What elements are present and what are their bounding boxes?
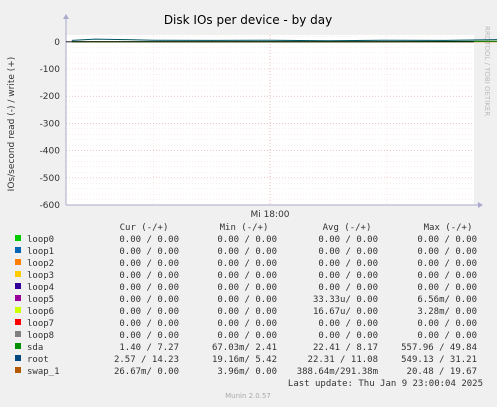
legend-name: loop4: [27, 283, 54, 293]
legend-min: 0.00 / 0.00: [217, 259, 277, 269]
legend-swatch-root: [15, 355, 21, 361]
legend-swatch-loop7: [15, 319, 21, 325]
legend-avg: 0.00 / 0.00: [318, 319, 378, 329]
legend-swatch-loop6: [15, 307, 21, 313]
legend-max: 0.00 / 0.00: [417, 235, 477, 245]
legend-cur: 0.00 / 0.00: [119, 271, 179, 281]
munin-version: Munin 2.0.57: [225, 392, 271, 400]
legend-min: 0.00 / 0.00: [217, 319, 277, 329]
legend-cur: 0.00 / 0.00: [119, 319, 179, 329]
legend-cur: 2.57 / 14.23: [114, 355, 179, 365]
legend-avg: 22.41 / 8.17: [313, 343, 378, 353]
legend-avg: 388.64m/291.38m: [297, 367, 378, 377]
legend-swatch-loop8: [15, 331, 21, 337]
x-tick-label: Mi 18:00: [250, 210, 289, 220]
legend-max: 0.00 / 0.00: [417, 331, 477, 341]
legend-name: root: [27, 355, 49, 365]
legend-cur: 0.00 / 0.00: [119, 295, 179, 305]
legend-max: 0.00 / 0.00: [417, 319, 477, 329]
legend-avg: 0.00 / 0.00: [318, 283, 378, 293]
legend-avg: 0.00 / 0.00: [318, 247, 378, 257]
legend-max: 0.00 / 0.00: [417, 259, 477, 269]
y-tick-label: -100: [40, 65, 61, 75]
legend-name: loop8: [27, 331, 54, 341]
y-tick-label: 0: [54, 38, 60, 48]
legend-name: loop3: [27, 271, 54, 281]
legend-swatch-sda: [15, 343, 21, 349]
y-tick-label: -600: [40, 201, 61, 211]
legend-max: 0.00 / 0.00: [417, 247, 477, 257]
legend-min: 0.00 / 0.00: [217, 271, 277, 281]
legend-name: loop5: [27, 295, 54, 305]
legend-header-max: Max (-/+): [424, 223, 473, 233]
legend-max: 0.00 / 0.00: [417, 271, 477, 281]
legend-name: loop0: [27, 235, 54, 245]
legend-max: 549.13 / 31.21: [401, 355, 477, 365]
legend-max: 6.56m/ 0.00: [417, 295, 477, 305]
legend-cur: 0.00 / 0.00: [119, 259, 179, 269]
disk-io-chart: Disk IOs per device - by day RRDTOOL / T…: [0, 0, 497, 407]
legend-name: swap_1: [27, 367, 60, 377]
y-axis-label: IOs/second read (-) / write (+): [7, 57, 17, 192]
legend-swatch-loop2: [15, 259, 21, 265]
legend-min: 0.00 / 0.00: [217, 283, 277, 293]
legend-avg: 0.00 / 0.00: [318, 271, 378, 281]
legend-avg: 0.00 / 0.00: [318, 331, 378, 341]
legend-header-cur: Cur (-/+): [120, 223, 169, 233]
last-update: Last update: Thu Jan 9 23:00:04 2025: [288, 379, 483, 389]
legend-header-avg: Avg (-/+): [323, 223, 372, 233]
legend-max: 0.00 / 0.00: [417, 283, 477, 293]
legend-min: 0.00 / 0.00: [217, 247, 277, 257]
legend-avg: 33.33u/ 0.00: [313, 295, 378, 305]
legend-cur: 0.00 / 0.00: [119, 247, 179, 257]
legend-min: 0.00 / 0.00: [217, 331, 277, 341]
legend-header-min: Min (-/+): [220, 223, 269, 233]
legend-cur: 0.00 / 0.00: [119, 307, 179, 317]
legend-name: loop6: [27, 307, 54, 317]
legend-name: loop7: [27, 319, 54, 329]
legend-swatch-loop0: [15, 235, 21, 241]
legend-swatch-loop4: [15, 283, 21, 289]
legend-min: 3.96m/ 0.00: [217, 367, 277, 377]
legend-max: 557.96 / 49.84: [401, 343, 477, 353]
legend-cur: 0.00 / 0.00: [119, 331, 179, 341]
y-tick-label: -300: [40, 119, 61, 129]
legend-max: 20.48 / 19.67: [407, 367, 477, 377]
legend-swatch-swap_1: [15, 367, 21, 373]
legend-swatch-loop3: [15, 271, 21, 277]
legend-min: 67.03m/ 2.41: [212, 343, 277, 353]
chart-title: Disk IOs per device - by day: [164, 13, 332, 27]
legend-cur: 26.67m/ 0.00: [114, 367, 179, 377]
legend-avg: 0.00 / 0.00: [318, 259, 378, 269]
legend-min: 0.00 / 0.00: [217, 295, 277, 305]
legend-swatch-loop5: [15, 295, 21, 301]
legend-name: loop1: [27, 247, 54, 257]
legend-name: sda: [27, 343, 43, 353]
legend-avg: 16.67u/ 0.00: [313, 307, 378, 317]
legend-swatch-loop1: [15, 247, 21, 253]
legend-min: 0.00 / 0.00: [217, 307, 277, 317]
legend-min: 0.00 / 0.00: [217, 235, 277, 245]
y-tick-label: -400: [40, 147, 61, 157]
legend-cur: 0.00 / 0.00: [119, 283, 179, 293]
legend-max: 3.28m/ 0.00: [417, 307, 477, 317]
legend-cur: 1.40 / 7.27: [119, 343, 179, 353]
legend-avg: 22.31 / 11.08: [308, 355, 378, 365]
y-tick-label: -200: [40, 92, 61, 102]
legend-min: 19.16m/ 5.42: [212, 355, 277, 365]
y-tick-label: -500: [40, 174, 61, 184]
legend-name: loop2: [27, 259, 54, 269]
legend-cur: 0.00 / 0.00: [119, 235, 179, 245]
legend-avg: 0.00 / 0.00: [318, 235, 378, 245]
